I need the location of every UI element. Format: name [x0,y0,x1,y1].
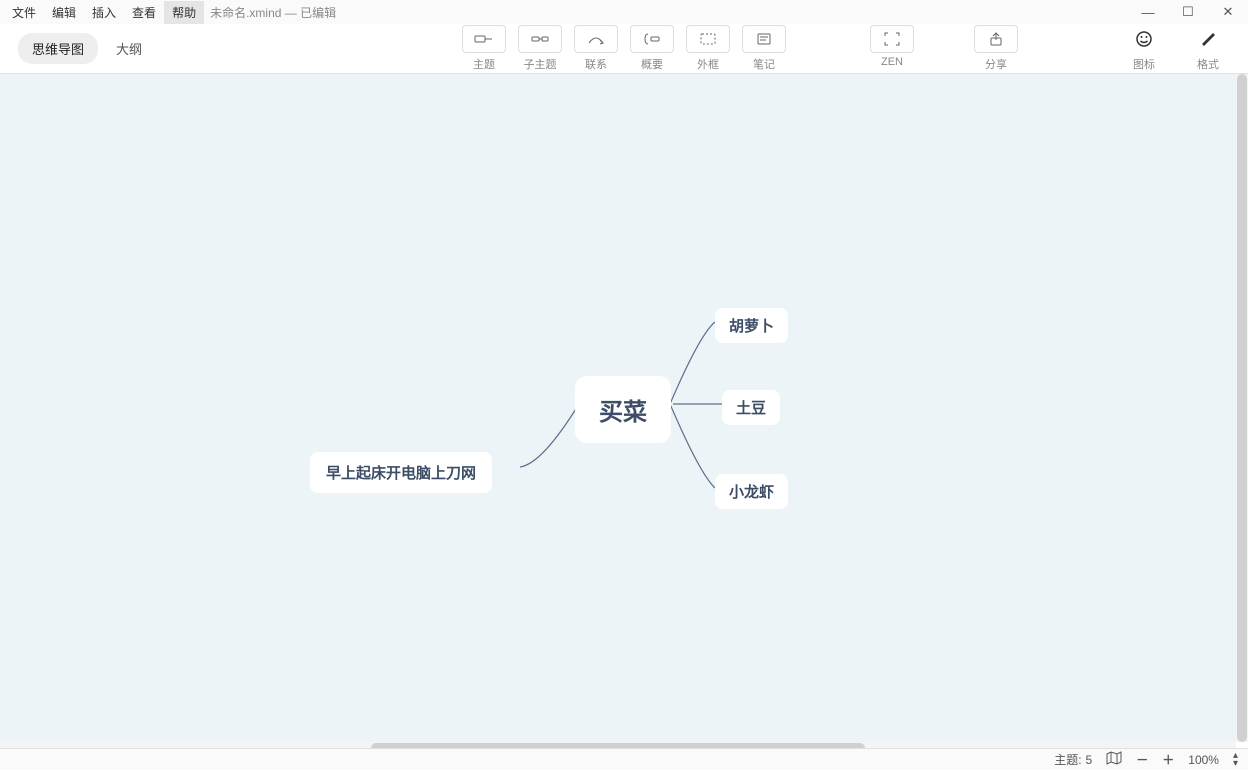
menu-insert[interactable]: 插入 [84,1,124,24]
smiley-icon [1122,25,1166,53]
share-button[interactable]: 分享 [974,25,1018,72]
icon-panel-button[interactable]: 图标 [1122,25,1166,72]
main-topic-node-left[interactable]: 早上起床开电脑上刀网 [310,452,492,493]
relationship-label: 联系 [574,56,618,72]
central-topic-node[interactable]: 买菜 [575,376,671,443]
summary-button[interactable]: 概要 [630,25,674,72]
subtopic-label: 子主题 [518,56,562,72]
format-panel-button[interactable]: 格式 [1186,25,1230,72]
vertical-scrollbar-thumb[interactable] [1237,74,1247,742]
brush-icon [1186,25,1230,53]
window-maximize-button[interactable]: ☐ [1168,0,1208,24]
note-icon [742,25,786,53]
zoom-in-button[interactable]: ＋ [1162,751,1174,768]
share-label: 分享 [974,56,1018,72]
zoom-stepper-icon[interactable]: ▴▾ [1233,752,1238,768]
boundary-icon [686,25,730,53]
subtopic-node-1[interactable]: 胡萝卜 [715,308,788,343]
menu-bar: 文件 编辑 插入 查看 帮助 未命名.xmind — 已编辑 [0,0,1248,24]
menu-edit[interactable]: 编辑 [44,1,84,24]
note-label: 笔记 [742,56,786,72]
map-overview-icon[interactable] [1106,751,1122,768]
boundary-label: 外框 [686,56,730,72]
view-tabs: 思维导图 大纲 [0,33,156,64]
topic-label: 主题 [462,56,506,72]
fullscreen-icon [870,25,914,53]
toolbar: 思维导图 大纲 主题 子主题 联系 概要 [0,24,1248,74]
subtopic-node-2[interactable]: 土豆 [722,390,780,425]
relationship-button[interactable]: 联系 [574,25,618,72]
tab-mindmap[interactable]: 思维导图 [18,33,98,64]
mindmap-canvas[interactable]: 买菜 早上起床开电脑上刀网 胡萝卜 土豆 小龙虾 [0,74,1236,742]
subtopic-node-3[interactable]: 小龙虾 [715,474,788,509]
summary-label: 概要 [630,56,674,72]
menu-view[interactable]: 查看 [124,1,164,24]
topic-icon [462,25,506,53]
menu-help[interactable]: 帮助 [164,1,204,24]
note-button[interactable]: 笔记 [742,25,786,72]
topic-count-value: 5 [1086,753,1093,767]
boundary-button[interactable]: 外框 [686,25,730,72]
zoom-out-button[interactable]: － [1136,751,1148,768]
document-title: 未命名.xmind — 已编辑 [204,4,336,21]
window-close-button[interactable]: ✕ [1208,0,1248,24]
menu-file[interactable]: 文件 [4,1,44,24]
topic-count-label: 主题: [1054,751,1081,768]
icon-panel-label: 图标 [1122,56,1166,72]
status-bar: 主题: 5 － ＋ 100% ▴▾ [0,748,1248,770]
toolbar-center: 主题 子主题 联系 概要 外框 [462,25,786,72]
format-panel-label: 格式 [1186,56,1230,72]
share-icon [974,25,1018,53]
topic-button[interactable]: 主题 [462,25,506,72]
summary-icon [630,25,674,53]
vertical-scrollbar[interactable] [1236,74,1248,742]
tab-outline[interactable]: 大纲 [102,33,156,64]
window-controls: — ☐ ✕ [1128,0,1248,24]
subtopic-button[interactable]: 子主题 [518,25,562,72]
subtopic-icon [518,25,562,53]
toolbar-right-group-1: ZEN 分享 [870,25,1018,72]
relationship-icon [574,25,618,53]
zoom-level[interactable]: 100% [1188,753,1219,767]
toolbar-right-group-2: 图标 格式 [1122,25,1230,72]
zen-button[interactable]: ZEN [870,25,914,72]
window-minimize-button[interactable]: — [1128,0,1168,24]
zen-label: ZEN [870,56,914,68]
